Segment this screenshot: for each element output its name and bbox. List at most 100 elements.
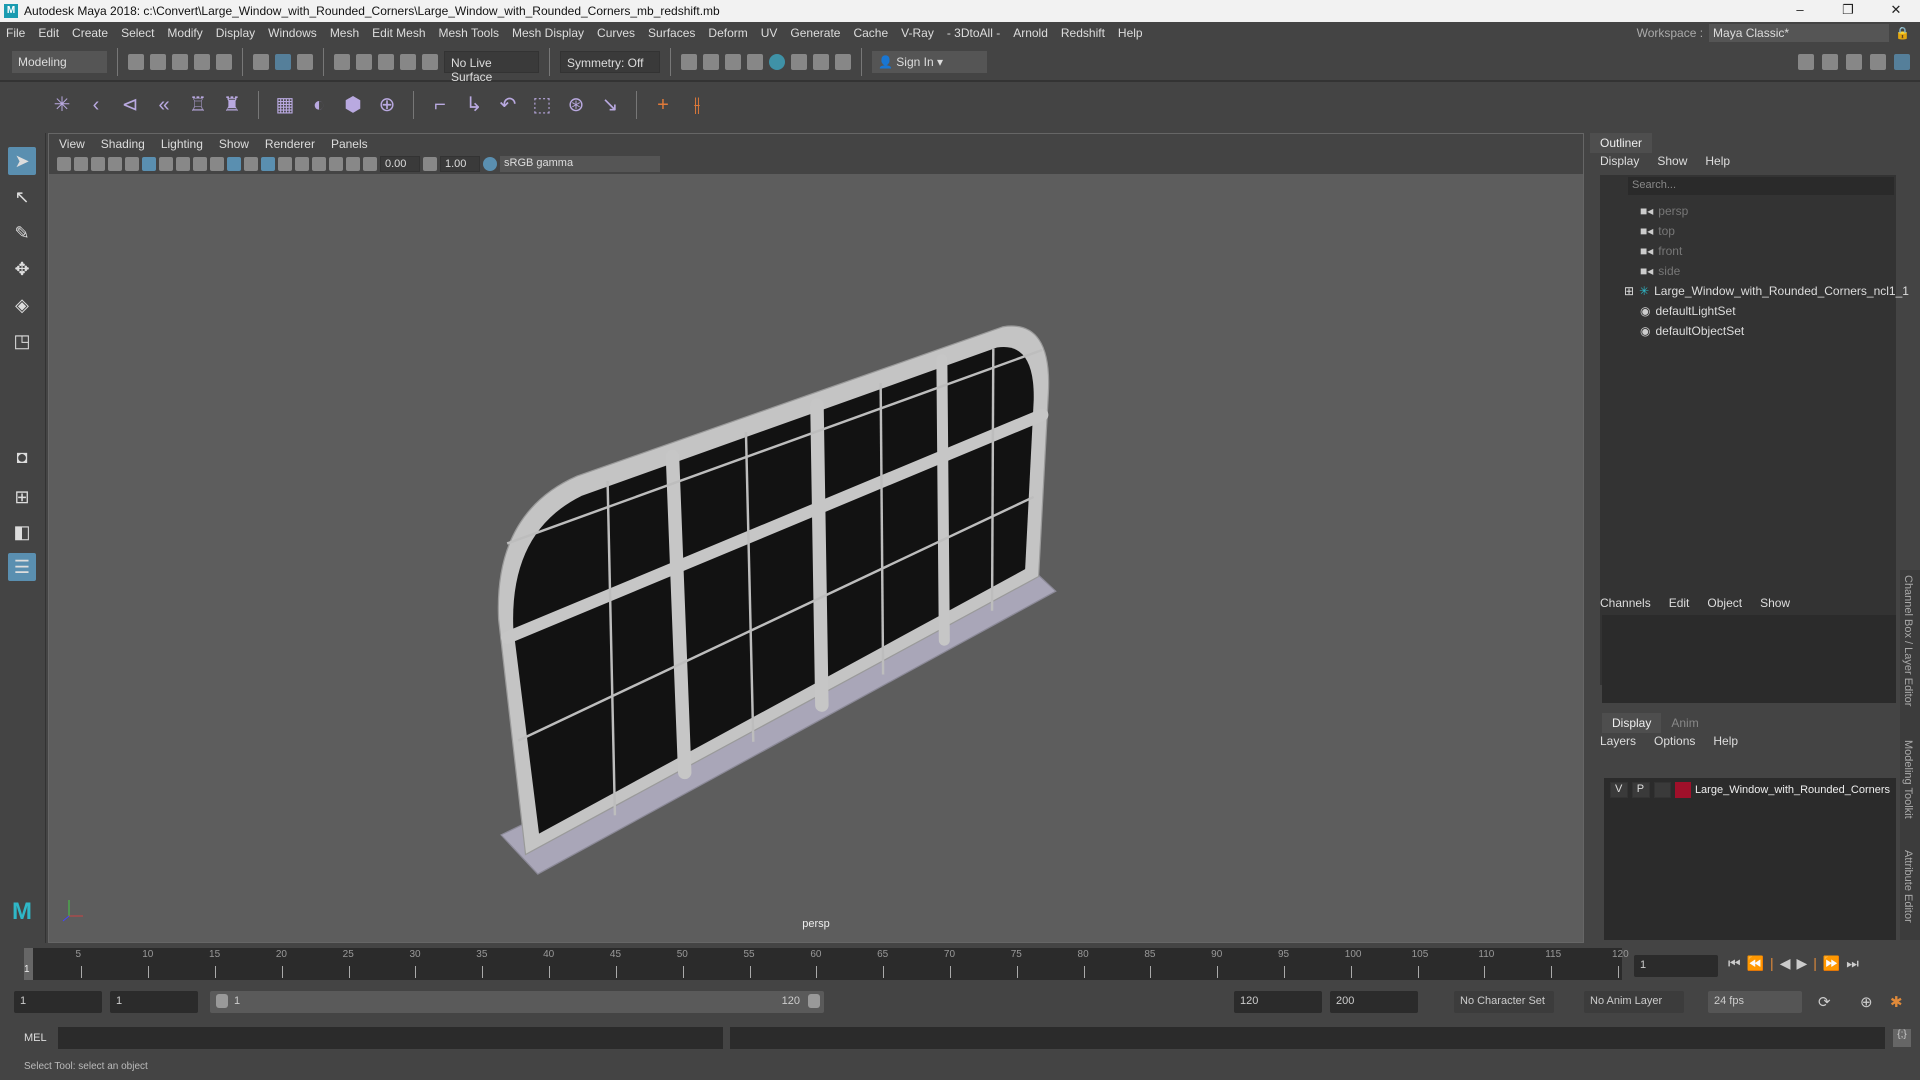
window-model[interactable] — [49, 174, 1583, 942]
layer-menu-help[interactable]: Help — [1713, 734, 1738, 748]
menu-edit[interactable]: Edit — [38, 26, 59, 40]
outliner-item[interactable]: ■◂ side — [1640, 261, 1680, 281]
tool-settings-icon[interactable] — [1870, 54, 1886, 70]
camera-attributes-icon[interactable] — [74, 156, 88, 171]
paint-select-icon[interactable]: ✎ — [8, 219, 36, 247]
joint-tool-icon[interactable]: ✳ — [50, 93, 74, 117]
layout-four-icon[interactable]: ⊞ — [8, 483, 36, 511]
constraint-orient-icon[interactable]: ↶ — [496, 93, 520, 117]
humanik-icon[interactable]: ♖ — [186, 93, 210, 117]
tab-outliner[interactable]: Outliner — [1590, 133, 1653, 153]
paint-weights-icon[interactable]: ▦ — [273, 93, 297, 117]
rotate-tool-icon[interactable]: ◈ — [8, 291, 36, 319]
rig-link-icon[interactable]: ⫲ — [685, 93, 709, 117]
menu-help[interactable]: Help — [1118, 26, 1143, 40]
gamma-icon[interactable] — [423, 156, 437, 171]
resolution-gate-icon[interactable] — [176, 156, 190, 171]
layer-color-swatch[interactable] — [1675, 782, 1691, 798]
anim-start-field[interactable]: 1 — [110, 991, 198, 1013]
open-scene-icon[interactable] — [150, 54, 166, 70]
color-management-icon[interactable] — [483, 156, 497, 171]
bind-skin-icon[interactable]: « — [152, 93, 176, 117]
menu-edit-mesh[interactable]: Edit Mesh — [372, 26, 425, 40]
channel-box-menu-show[interactable]: Show — [1760, 596, 1790, 610]
playback-controls[interactable]: ⏮⏪|◀▶|⏩⏭ — [1728, 955, 1865, 972]
current-frame-field[interactable]: 1 — [1634, 955, 1718, 977]
color-space-dropdown[interactable]: sRGB gamma — [500, 155, 660, 172]
redo-icon[interactable] — [216, 54, 232, 70]
layer-playback-toggle[interactable]: P — [1631, 782, 1650, 798]
mode-dropdown[interactable]: Modeling — [12, 51, 107, 73]
layer-type-toggle[interactable] — [1653, 782, 1672, 798]
workspace-dropdown[interactable]: Maya Classic* — [1709, 24, 1890, 42]
start-frame-field[interactable]: 1 — [14, 991, 102, 1013]
new-scene-icon[interactable] — [128, 54, 144, 70]
side-tab-channel-box[interactable]: Channel Box / Layer Editor — [1902, 575, 1914, 706]
workspace-selector[interactable]: Workspace : Maya Classic* 🔒 — [1637, 24, 1910, 42]
mel-input[interactable] — [58, 1027, 723, 1049]
menu-generate[interactable]: Generate — [790, 26, 840, 40]
lights-icon[interactable] — [278, 156, 292, 171]
ipr-render-icon[interactable] — [725, 54, 741, 70]
outliner-menu-help[interactable]: Help — [1705, 154, 1730, 168]
expand-icon[interactable]: ⊞ — [1624, 284, 1634, 298]
menu-display[interactable]: Display — [216, 26, 255, 40]
grid-icon[interactable] — [142, 156, 156, 171]
side-tab-modeling-toolkit[interactable]: Modeling Toolkit — [1902, 740, 1914, 819]
script-editor-icon[interactable]: {;} — [1893, 1029, 1911, 1047]
layer-name[interactable]: Large_Window_with_Rounded_Corners — [1695, 784, 1890, 796]
skeleton-icon[interactable]: ♜ — [220, 93, 244, 117]
menu-redshift[interactable]: Redshift — [1061, 26, 1105, 40]
select-tool-icon[interactable]: ➤ — [8, 147, 36, 175]
outliner-item[interactable]: ■◂ persp — [1640, 201, 1688, 221]
snap-grid-icon[interactable] — [334, 54, 350, 70]
anim-end-field[interactable]: 200 — [1330, 991, 1418, 1013]
xray-icon[interactable] — [346, 156, 360, 171]
anim-layer-dropdown[interactable]: No Anim Layer — [1584, 991, 1684, 1013]
pause-icon[interactable] — [835, 54, 851, 70]
isolate-select-icon[interactable] — [329, 156, 343, 171]
menu-3dtoall[interactable]: - 3DtoAll - — [947, 26, 1000, 40]
exposure-icon[interactable] — [363, 156, 377, 171]
channel-box-menu-object[interactable]: Object — [1707, 596, 1742, 610]
render-settings-icon[interactable] — [747, 54, 763, 70]
constraint-scale-icon[interactable]: ⬚ — [530, 93, 554, 117]
camera-select-icon[interactable] — [57, 156, 71, 171]
lasso-tool-icon[interactable]: ↖ — [8, 183, 36, 211]
fps-dropdown[interactable]: 24 fps — [1708, 991, 1802, 1013]
viewport-menu-renderer[interactable]: Renderer — [265, 137, 315, 151]
character-set-dropdown[interactable]: No Character Set — [1454, 991, 1554, 1013]
maximize-button[interactable]: ❐ — [1828, 2, 1868, 18]
outliner-layout-icon[interactable]: ☰ — [8, 553, 36, 581]
channel-box[interactable] — [1602, 615, 1896, 703]
loop-icon[interactable]: ⟳ — [1818, 993, 1831, 1011]
outliner-item[interactable]: ■◂ front — [1640, 241, 1682, 261]
channel-box-menu-edit[interactable]: Edit — [1669, 596, 1690, 610]
anim-prefs-icon[interactable]: ✱ — [1890, 993, 1903, 1011]
attribute-editor-icon[interactable] — [1846, 54, 1862, 70]
render-setup-icon[interactable] — [791, 54, 807, 70]
film-gate-icon[interactable] — [159, 156, 173, 171]
light-editor-icon[interactable] — [813, 54, 829, 70]
scale-tool-icon[interactable]: ◳ — [8, 327, 36, 355]
layout-single-icon[interactable]: ◘ — [8, 443, 36, 471]
sculpt-icon[interactable]: ◐ — [307, 93, 331, 117]
viewport-menu-view[interactable]: View — [59, 137, 85, 151]
viewport-menu-shading[interactable]: Shading — [101, 137, 145, 151]
move-tool-icon[interactable]: ✥ — [8, 255, 36, 283]
outliner-menu-show[interactable]: Show — [1657, 154, 1687, 168]
ik-handle-icon[interactable]: ‹ — [84, 93, 108, 117]
viewport-menu-lighting[interactable]: Lighting — [161, 137, 203, 151]
exposure-field[interactable]: 0.00 — [380, 155, 420, 172]
snap-surface-icon[interactable] — [422, 54, 438, 70]
modeling-toolkit-icon[interactable] — [1798, 54, 1814, 70]
range-end-handle[interactable] — [808, 994, 820, 1008]
render-view-icon[interactable] — [681, 54, 697, 70]
symmetry-dropdown[interactable]: Symmetry: Off — [560, 51, 660, 73]
viewport-menu-panels[interactable]: Panels — [331, 137, 368, 151]
layer-visibility-toggle[interactable]: V — [1610, 782, 1628, 798]
menu-select[interactable]: Select — [121, 26, 154, 40]
3d-viewport[interactable]: persp — [49, 174, 1583, 942]
outliner-item[interactable]: ◉ defaultLightSet — [1640, 301, 1736, 321]
viewport-menu-show[interactable]: Show — [219, 137, 249, 151]
